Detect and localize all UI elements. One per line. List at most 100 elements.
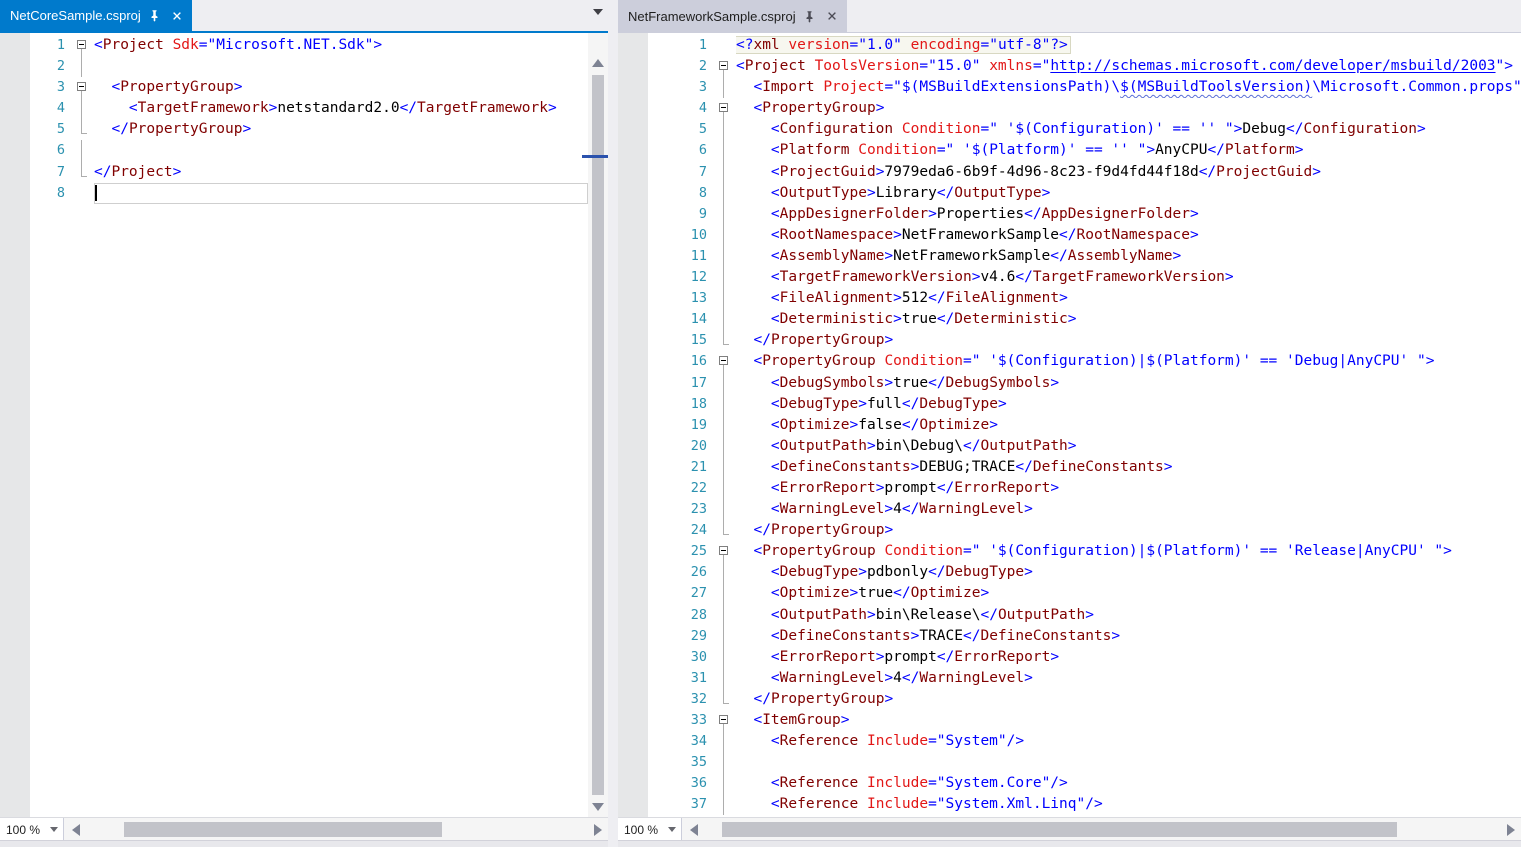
scroll-right-icon[interactable] <box>1507 824 1515 836</box>
fold-margin <box>714 499 736 520</box>
pin-icon[interactable] <box>802 8 818 24</box>
code-text[interactable]: <Reference Include="System.Xml.Linq"/> <box>736 794 1521 815</box>
scroll-right-icon[interactable] <box>594 824 602 836</box>
code-text[interactable] <box>94 140 588 161</box>
line-number: 29 <box>648 626 714 647</box>
close-icon[interactable] <box>169 8 185 24</box>
code-text[interactable]: <PropertyGroup> <box>94 77 588 98</box>
line-number: 37 <box>648 794 714 815</box>
window-bottom-strip <box>618 840 1521 847</box>
code-text[interactable]: <PropertyGroup Condition=" '$(Configurat… <box>736 541 1521 562</box>
code-text[interactable] <box>736 752 1521 773</box>
code-text[interactable]: <TargetFrameworkVersion>v4.6</TargetFram… <box>736 267 1521 288</box>
close-icon[interactable] <box>824 8 840 24</box>
horizontal-scrollbar-right[interactable] <box>682 818 1521 841</box>
horizontal-scroll-thumb[interactable] <box>722 822 1397 837</box>
code-line: 16 <PropertyGroup Condition=" '$(Configu… <box>618 351 1521 372</box>
code-text[interactable]: </Project> <box>94 162 588 183</box>
code-text[interactable]: <Import Project="$(MSBuildExtensionsPath… <box>736 77 1521 98</box>
vertical-scrollbar[interactable] <box>588 33 608 817</box>
pane-divider[interactable] <box>608 0 618 847</box>
fold-toggle-icon[interactable] <box>77 40 86 49</box>
code-text[interactable]: <Project ToolsVersion="15.0" xmlns="http… <box>736 56 1521 77</box>
code-text[interactable]: <FileAlignment>512</FileAlignment> <box>736 288 1521 309</box>
fold-guide <box>723 534 729 535</box>
code-text[interactable]: <TargetFramework>netstandard2.0</TargetF… <box>94 98 588 119</box>
pin-icon[interactable] <box>147 8 163 24</box>
code-text[interactable]: </PropertyGroup> <box>736 689 1521 710</box>
fold-toggle-icon[interactable] <box>77 82 86 91</box>
fold-guide <box>723 562 724 583</box>
code-text[interactable]: <AppDesignerFolder>Properties</AppDesign… <box>736 204 1521 225</box>
document-well-dropdown-icon[interactable] <box>593 9 603 15</box>
line-number: 21 <box>648 457 714 478</box>
code-text[interactable]: <OutputPath>bin\Debug\</OutputPath> <box>736 436 1521 457</box>
zoom-dropdown-left[interactable]: 100 % <box>0 818 64 841</box>
code-text[interactable]: <Deterministic>true</Deterministic> <box>736 309 1521 330</box>
code-text[interactable]: <Optimize>false</Optimize> <box>736 415 1521 436</box>
code-editor-left[interactable]: 1<Project Sdk="Microsoft.NET.Sdk">23 <Pr… <box>0 33 608 817</box>
scroll-down-icon[interactable] <box>592 803 604 811</box>
code-text[interactable]: <ErrorReport>prompt</ErrorReport> <box>736 478 1521 499</box>
code-text[interactable]: <?xml version="1.0" encoding="utf-8"?> <box>736 35 1521 56</box>
code-line: 32 </PropertyGroup> <box>618 689 1521 710</box>
fold-guide <box>723 373 724 394</box>
code-text[interactable] <box>94 183 588 204</box>
fold-guide <box>81 98 82 119</box>
code-line: 20 <OutputPath>bin\Debug\</OutputPath> <box>618 436 1521 457</box>
code-text[interactable]: <PropertyGroup> <box>736 98 1521 119</box>
fold-toggle-icon[interactable] <box>719 715 728 724</box>
code-editor-right[interactable]: 1<?xml version="1.0" encoding="utf-8"?>2… <box>618 33 1521 817</box>
fold-toggle-icon[interactable] <box>719 103 728 112</box>
code-text[interactable]: <ErrorReport>prompt</ErrorReport> <box>736 647 1521 668</box>
zoom-dropdown-right[interactable]: 100 % <box>618 818 682 841</box>
code-text[interactable]: <ItemGroup> <box>736 710 1521 731</box>
tab-netcoresample[interactable]: NetCoreSample.csproj <box>0 0 192 31</box>
code-text[interactable]: <ProjectGuid>7979eda6-6b9f-4d96-8c23-f9d… <box>736 162 1521 183</box>
line-number: 26 <box>648 562 714 583</box>
scroll-left-icon[interactable] <box>690 824 698 836</box>
fold-toggle-icon[interactable] <box>719 61 728 70</box>
code-text[interactable] <box>94 56 588 77</box>
code-text[interactable]: <PropertyGroup Condition=" '$(Configurat… <box>736 351 1521 372</box>
code-text[interactable]: </PropertyGroup> <box>736 330 1521 351</box>
horizontal-scrollbar-left[interactable] <box>64 818 608 841</box>
code-text[interactable]: <OutputPath>bin\Release\</OutputPath> <box>736 605 1521 626</box>
line-number: 31 <box>648 668 714 689</box>
code-text[interactable]: <Reference Include="System.Core"/> <box>736 773 1521 794</box>
code-text[interactable]: <Project Sdk="Microsoft.NET.Sdk"> <box>94 35 588 56</box>
code-text[interactable]: <AssemblyName>NetFrameworkSample</Assemb… <box>736 246 1521 267</box>
code-text[interactable]: </PropertyGroup> <box>94 119 588 140</box>
code-text[interactable]: <DebugType>pdbonly</DebugType> <box>736 562 1521 583</box>
code-text[interactable]: <DefineConstants>DEBUG;TRACE</DefineCons… <box>736 457 1521 478</box>
scroll-up-icon[interactable] <box>592 59 604 67</box>
fold-guide <box>723 773 724 794</box>
code-text[interactable]: <Configuration Condition=" '$(Configurat… <box>736 119 1521 140</box>
fold-margin <box>714 267 736 288</box>
code-text[interactable]: <OutputType>Library</OutputType> <box>736 183 1521 204</box>
code-line: 34 <Reference Include="System"/> <box>618 731 1521 752</box>
code-text[interactable]: <DefineConstants>TRACE</DefineConstants> <box>736 626 1521 647</box>
horizontal-scroll-thumb[interactable] <box>124 822 442 837</box>
fold-toggle-icon[interactable] <box>719 356 728 365</box>
fold-guide <box>723 668 724 689</box>
fold-margin <box>72 35 94 56</box>
vertical-scroll-thumb[interactable] <box>592 75 604 795</box>
tab-netframeworksample[interactable]: NetFrameworkSample.csproj <box>618 0 847 32</box>
code-text[interactable]: <DebugType>full</DebugType> <box>736 394 1521 415</box>
code-text[interactable]: <Platform Condition=" '$(Platform)' == '… <box>736 140 1521 161</box>
code-text[interactable]: <WarningLevel>4</WarningLevel> <box>736 499 1521 520</box>
fold-margin <box>714 330 736 351</box>
fold-guide <box>723 436 724 457</box>
code-text[interactable]: <Reference Include="System"/> <box>736 731 1521 752</box>
scroll-left-icon[interactable] <box>72 824 80 836</box>
code-line: 21 <DefineConstants>DEBUG;TRACE</DefineC… <box>618 457 1521 478</box>
code-text[interactable]: <DebugSymbols>true</DebugSymbols> <box>736 373 1521 394</box>
code-text[interactable]: <RootNamespace>NetFrameworkSample</RootN… <box>736 225 1521 246</box>
code-line: 8 <OutputType>Library</OutputType> <box>618 183 1521 204</box>
code-text[interactable]: <WarningLevel>4</WarningLevel> <box>736 668 1521 689</box>
code-line: 27 <Optimize>true</Optimize> <box>618 583 1521 604</box>
fold-toggle-icon[interactable] <box>719 546 728 555</box>
code-text[interactable]: <Optimize>true</Optimize> <box>736 583 1521 604</box>
code-text[interactable]: </PropertyGroup> <box>736 520 1521 541</box>
